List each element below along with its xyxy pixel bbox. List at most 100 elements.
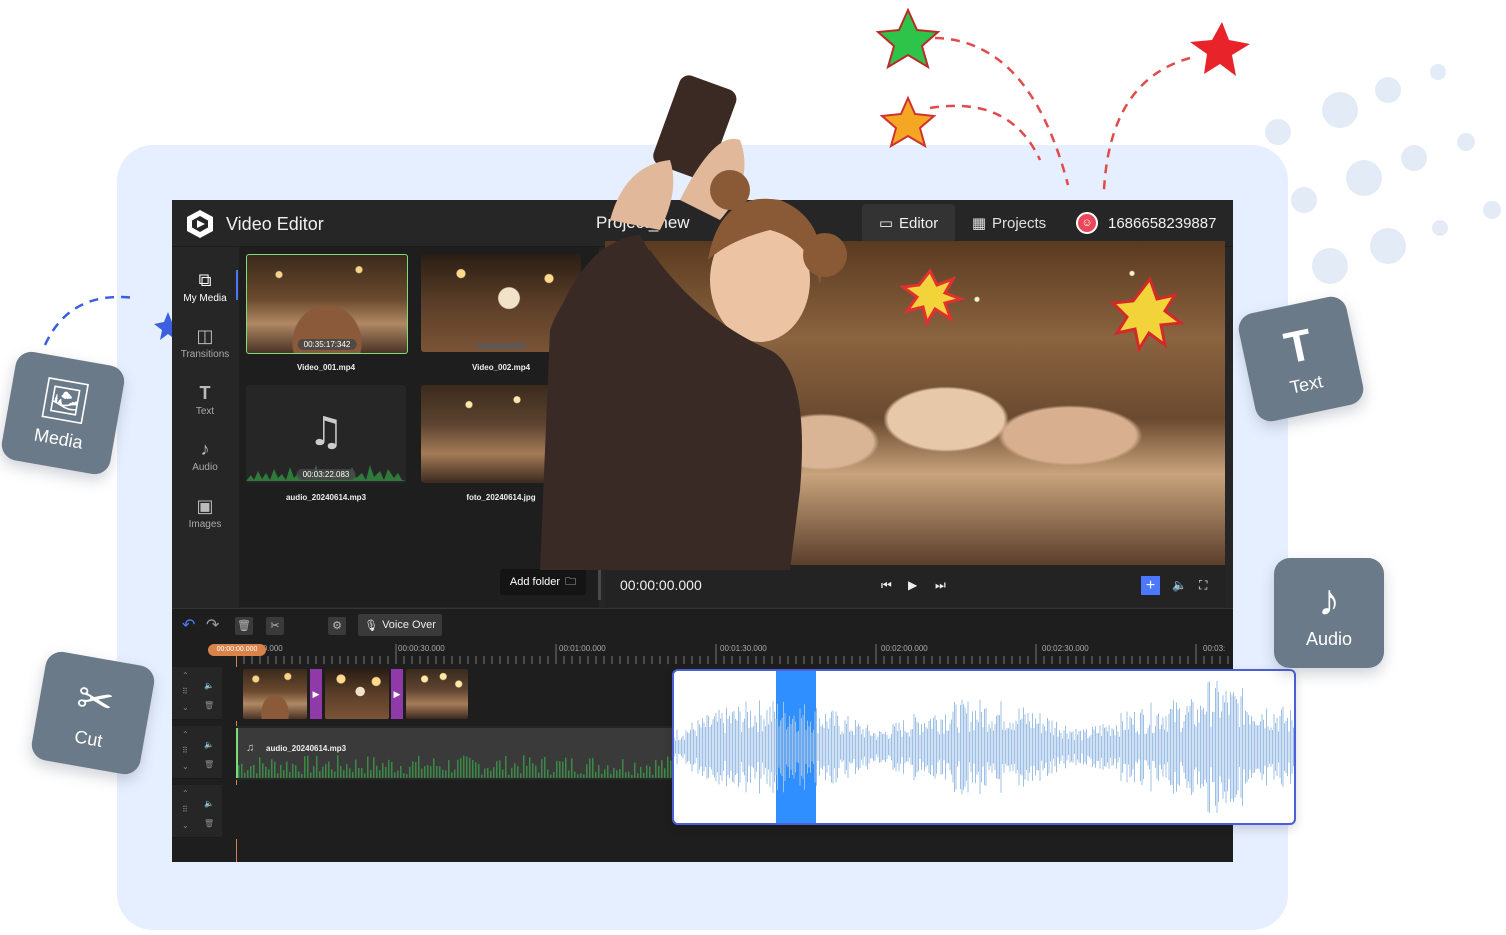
chevron-down-icon[interactable]: ⌄ bbox=[182, 762, 189, 771]
undo-icon[interactable]: ↶ bbox=[182, 615, 195, 635]
image-icon: ▣ bbox=[196, 496, 214, 516]
svg-text:♫: ♫ bbox=[308, 409, 344, 455]
tab-projects[interactable]: ▦ Projects bbox=[964, 204, 1054, 242]
sidebar-item-label: Text bbox=[195, 406, 215, 417]
voice-over-label: Voice Over bbox=[382, 619, 436, 631]
step-forward-icon[interactable]: ⏭ bbox=[935, 578, 946, 593]
voice-over-button[interactable]: 🎙 Voice Over bbox=[358, 614, 442, 636]
feature-tile-label: Cut bbox=[73, 725, 105, 751]
app-logo-icon bbox=[187, 210, 213, 238]
sidebar-item-text[interactable]: T Text bbox=[172, 374, 238, 426]
fullscreen-icon[interactable]: ⛶ bbox=[1199, 578, 1207, 593]
transition-marker[interactable]: ▶ bbox=[310, 669, 322, 719]
delete-track-icon[interactable]: 🗑 bbox=[204, 819, 214, 828]
scissors-icon: ✂ bbox=[72, 672, 118, 728]
duration-badge: 00:35:17:342 bbox=[297, 339, 357, 350]
playhead-time-badge[interactable]: 00:00:00.000 bbox=[208, 644, 266, 656]
sidebar-item-label: Audio bbox=[192, 462, 218, 473]
app-title: Video Editor bbox=[226, 214, 324, 234]
folder-icon: 🗀 bbox=[565, 575, 577, 588]
text-icon: T bbox=[199, 383, 211, 403]
ruler-label: 00:02:00.000 bbox=[881, 644, 928, 653]
audio-clip[interactable]: ♫ audio_20240614.mp3 bbox=[236, 728, 678, 778]
add-to-timeline-button[interactable]: + bbox=[1141, 576, 1160, 595]
audio-waveform-popup[interactable] bbox=[672, 669, 1296, 825]
video-clip[interactable] bbox=[325, 669, 389, 719]
sidebar-item-label: Images bbox=[188, 519, 222, 530]
mute-icon[interactable]: 🔈 bbox=[204, 681, 214, 690]
user-avatar[interactable]: ☺ bbox=[1076, 212, 1098, 234]
duration-badge: 00:03:22.083 bbox=[296, 469, 356, 480]
feature-tile-cut: ✂ Cut bbox=[29, 649, 157, 777]
feature-tile-text: T Text bbox=[1235, 293, 1367, 425]
settings-icon[interactable]: ⚙ bbox=[328, 617, 346, 635]
play-icon[interactable]: ▶ bbox=[908, 578, 917, 592]
delete-icon[interactable]: 🗑 bbox=[235, 617, 253, 635]
track-header-empty: ⌃ ⠿ ⌄ 🔈 🗑 bbox=[172, 785, 222, 838]
mute-icon[interactable]: 🔈 bbox=[204, 799, 214, 808]
music-note-icon: ♪ bbox=[1318, 575, 1340, 625]
video-clip[interactable] bbox=[243, 669, 307, 719]
mute-icon[interactable]: 🔈 bbox=[204, 740, 214, 749]
sidebar-item-label: Transitions bbox=[180, 349, 230, 360]
microphone-icon: 🎙 bbox=[364, 619, 379, 632]
ruler-label: 00:03: bbox=[1203, 644, 1226, 653]
image-icon: 🖼 bbox=[36, 374, 94, 427]
track-header-audio: ⌃ ⠿ ⌄ 🔈 🗑 bbox=[172, 726, 222, 779]
media-item-label: Video_001.mp4 bbox=[296, 363, 356, 372]
sidebar-item-label: My Media bbox=[183, 293, 227, 304]
tab-editor-label: Editor bbox=[899, 214, 939, 232]
ruler-label: 00:01:00.000 bbox=[559, 644, 606, 653]
track-header-video: ⌃ ⠿ ⌄ 🔈 🗑 bbox=[172, 667, 222, 720]
grid-icon: ▦ bbox=[971, 215, 986, 232]
add-folder-button[interactable]: Add folder 🗀 bbox=[500, 569, 586, 595]
sidebar-item-images[interactable]: ▣ Images bbox=[172, 487, 238, 539]
tab-projects-label: Projects bbox=[992, 214, 1047, 232]
tab-editor[interactable]: ▭ Editor bbox=[862, 204, 955, 242]
sidebar-item-transitions[interactable]: ◫ Transitions bbox=[172, 317, 238, 369]
music-note-icon: ♪ bbox=[200, 439, 210, 459]
media-item-label: audio_20240614.mp3 bbox=[285, 493, 367, 502]
split-icon[interactable]: ✂ bbox=[266, 617, 284, 635]
user-id[interactable]: 1686658239887 bbox=[1108, 215, 1216, 232]
text-icon: T bbox=[1280, 319, 1317, 374]
drag-handle-icon[interactable]: ⠿ bbox=[182, 687, 188, 696]
transitions-icon: ◫ bbox=[196, 326, 214, 346]
audio-clip-waveform bbox=[238, 755, 678, 778]
timeline-ruler[interactable]: 00:00:00.000 00:00:30.000 00:01:00.000 0… bbox=[236, 642, 1233, 664]
step-back-icon[interactable]: ⏮ bbox=[881, 578, 892, 593]
left-sidebar: ⧉ My Media ◫ Transitions T Text ♪ Audio … bbox=[172, 247, 238, 607]
drag-handle-icon[interactable]: ⠿ bbox=[182, 746, 188, 755]
feature-tile-audio: ♪ Audio bbox=[1274, 558, 1384, 668]
chevron-up-icon[interactable]: ⌃ bbox=[182, 730, 189, 739]
ruler-label: 00:01:30.000 bbox=[720, 644, 767, 653]
feature-tile-label: Media bbox=[32, 424, 85, 453]
sidebar-item-my-media[interactable]: ⧉ My Media bbox=[172, 261, 238, 313]
chevron-down-icon[interactable]: ⌄ bbox=[182, 703, 189, 712]
preview-controls: 00:00:00.000 ⏮ ▶ ⏭ + 🔈 ⛶ bbox=[605, 565, 1225, 607]
decorative-dots bbox=[1265, 64, 1501, 284]
chevron-down-icon[interactable]: ⌄ bbox=[182, 821, 189, 830]
media-item-video-001[interactable]: 00:35:17:342 bbox=[246, 254, 408, 354]
transition-marker[interactable]: ▶ bbox=[391, 669, 403, 719]
drag-handle-icon[interactable]: ⠿ bbox=[182, 805, 188, 814]
volume-icon[interactable]: 🔈 bbox=[1172, 578, 1187, 592]
redo-icon[interactable]: ↷ bbox=[206, 615, 219, 635]
ruler-label: 00:00:30.000 bbox=[398, 644, 445, 653]
feature-tile-media: 🖼 Media bbox=[0, 349, 127, 477]
ruler-label: 00:02:30.000 bbox=[1042, 644, 1089, 653]
feature-tile-label: Audio bbox=[1305, 628, 1353, 649]
loading-bar bbox=[476, 343, 526, 349]
sidebar-item-audio[interactable]: ♪ Audio bbox=[172, 430, 238, 482]
chevron-up-icon[interactable]: ⌃ bbox=[182, 789, 189, 798]
media-item-audio[interactable]: ♫ 00:03:22.083 bbox=[246, 385, 406, 483]
delete-track-icon[interactable]: 🗑 bbox=[204, 760, 214, 769]
chevron-up-icon[interactable]: ⌃ bbox=[182, 671, 189, 680]
waveform-graph bbox=[674, 681, 1294, 813]
feature-tile-label: Text bbox=[1288, 370, 1325, 398]
timeline-toolbar: ↶ ↷ 🗑 ✂ ⚙ 🎙 Voice Over bbox=[172, 609, 1233, 641]
media-library-icon: ⧉ bbox=[198, 270, 212, 290]
video-clip[interactable] bbox=[406, 669, 468, 719]
delete-track-icon[interactable]: 🗑 bbox=[204, 701, 214, 710]
selfie-girl-illustration bbox=[540, 75, 847, 570]
